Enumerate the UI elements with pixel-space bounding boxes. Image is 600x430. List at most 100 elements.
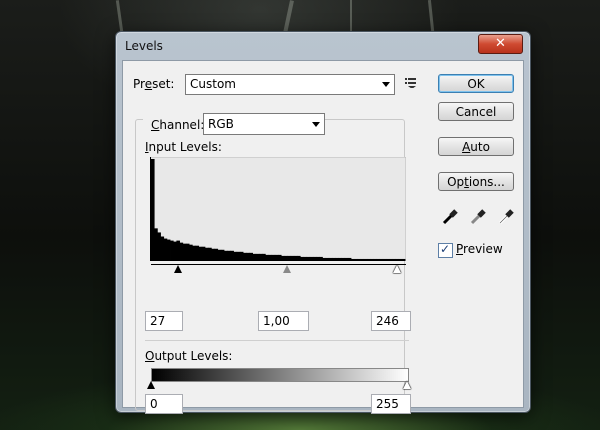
histogram-bar — [163, 238, 168, 261]
checkmark-icon: ✓ — [440, 242, 451, 256]
histogram-bar — [217, 249, 222, 261]
histogram-bar — [316, 256, 320, 261]
histogram-bar — [243, 252, 247, 261]
histogram-bar — [338, 257, 342, 261]
histogram-bar — [373, 258, 377, 261]
histogram-bar — [328, 257, 333, 261]
histogram-bar — [284, 255, 288, 261]
input-gamma-slider[interactable] — [283, 265, 292, 273]
histogram-bar — [287, 255, 292, 261]
levels-dialog: Levels ✕ Preset: Custom Channel: RGB Inp… — [115, 31, 531, 414]
histogram-bar — [398, 258, 403, 261]
histogram-bar — [176, 240, 180, 261]
input-white-field[interactable]: 246 — [371, 311, 411, 331]
histogram-bar — [192, 245, 196, 261]
close-button[interactable]: ✕ — [478, 34, 523, 54]
input-levels-label: Input Levels: — [145, 140, 222, 154]
histogram-bar — [189, 244, 193, 261]
dialog-titlebar[interactable]: Levels ✕ — [116, 32, 530, 60]
dialog-title: Levels — [125, 39, 163, 53]
preview-label[interactable]: Preview — [456, 242, 503, 256]
histogram-bar — [208, 247, 212, 261]
histogram-bar — [322, 257, 327, 261]
histogram-bar — [309, 256, 314, 261]
histogram-bar — [157, 232, 161, 261]
histogram-bar — [376, 258, 380, 261]
histogram-bar — [265, 254, 269, 261]
histogram-bar — [166, 239, 171, 261]
histogram-bar — [366, 258, 371, 261]
histogram-bar — [173, 241, 177, 261]
histogram-bar — [379, 258, 384, 261]
preset-label: Preset: — [133, 77, 175, 91]
output-gradient-bar — [151, 368, 409, 382]
histogram-bar — [385, 258, 390, 261]
histogram-bar — [370, 258, 374, 261]
white-eyedropper-icon[interactable] — [497, 208, 515, 226]
histogram-bar — [262, 253, 266, 261]
cancel-button[interactable]: Cancel — [438, 102, 514, 121]
histogram-bar — [227, 250, 231, 261]
ok-button[interactable]: OK — [438, 74, 514, 93]
histogram-bar — [185, 243, 190, 261]
histogram-bar — [255, 253, 260, 261]
histogram-bar — [195, 245, 200, 261]
input-black-field[interactable]: 27 — [145, 311, 183, 331]
histogram-bar — [211, 248, 215, 261]
channel-label: Channel: — [143, 113, 211, 137]
input-white-point-slider[interactable] — [393, 265, 402, 273]
histogram-bar — [297, 255, 301, 261]
histogram-bar — [233, 251, 238, 261]
histogram-bar — [347, 257, 352, 261]
channel-value: RGB — [208, 117, 234, 131]
gray-eyedropper-icon[interactable] — [469, 208, 487, 226]
histogram-bar — [351, 258, 355, 261]
histogram-bar — [268, 254, 273, 261]
black-eyedropper-icon[interactable] — [441, 208, 459, 226]
preset-value: Custom — [190, 77, 236, 91]
histogram-bar — [382, 258, 387, 261]
histogram-bar — [220, 249, 225, 261]
histogram-bar — [198, 246, 203, 261]
channel-select[interactable]: RGB — [203, 113, 325, 135]
preset-options-icon[interactable] — [405, 78, 417, 88]
histogram-bar — [239, 251, 244, 261]
histogram-bar — [360, 258, 365, 261]
histogram-bar — [281, 255, 285, 261]
histogram-bar — [249, 252, 253, 261]
histogram-bar — [319, 256, 323, 261]
histogram-bar — [300, 256, 304, 261]
chevron-down-icon — [312, 122, 320, 127]
histogram-bar — [204, 247, 209, 261]
output-white-field[interactable]: 255 — [371, 394, 411, 414]
histogram-bar — [331, 257, 336, 261]
histogram-bar — [246, 252, 250, 261]
close-icon: ✕ — [495, 36, 506, 51]
input-slider-track[interactable] — [151, 264, 406, 265]
auto-button[interactable]: Auto — [438, 137, 514, 156]
preset-select[interactable]: Custom — [185, 74, 395, 95]
chevron-down-icon — [382, 82, 390, 87]
histogram-bar — [325, 257, 330, 261]
histogram-bar — [395, 258, 400, 261]
histogram-bar — [357, 258, 361, 261]
histogram-bar — [306, 256, 311, 261]
output-white-point-slider[interactable] — [403, 381, 411, 389]
histogram-bar — [389, 258, 393, 261]
input-gamma-field[interactable]: 1,00 — [258, 311, 309, 331]
histogram-bar — [236, 251, 241, 261]
output-black-field[interactable]: 0 — [145, 394, 183, 414]
histogram-bar — [252, 253, 257, 261]
options-button[interactable]: Options... — [438, 172, 514, 191]
input-black-point-slider[interactable] — [174, 265, 183, 273]
histogram-bar — [224, 250, 228, 261]
histogram-bar — [274, 254, 279, 261]
output-black-point-slider[interactable] — [147, 381, 155, 389]
histogram-bar — [170, 240, 174, 261]
preview-checkbox[interactable]: ✓ — [438, 242, 453, 258]
histogram-bar — [344, 257, 349, 261]
histogram — [150, 157, 406, 261]
histogram-bar — [160, 236, 165, 261]
histogram-bar — [154, 228, 158, 261]
histogram-bar — [278, 254, 282, 261]
